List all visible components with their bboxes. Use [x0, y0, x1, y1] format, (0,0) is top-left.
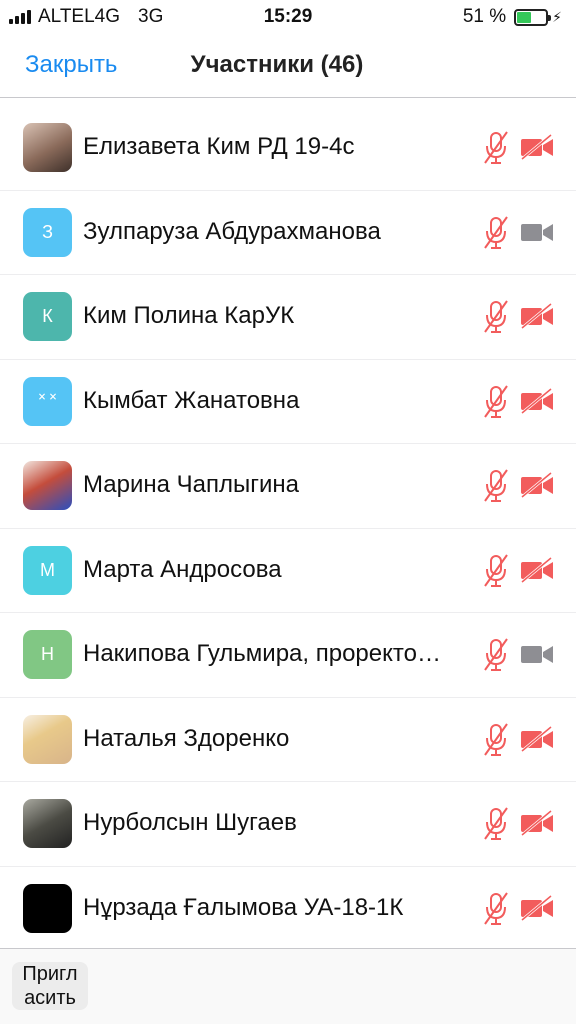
- page-title: Участники (46): [0, 51, 576, 79]
- video-off-icon[interactable]: [520, 471, 554, 499]
- participant-row[interactable]: Нұрзада Ғалымова УА-18-1К: [0, 867, 576, 951]
- video-off-icon[interactable]: [520, 387, 554, 414]
- avatar: [23, 883, 72, 933]
- mic-muted-icon[interactable]: [483, 384, 509, 420]
- participant-row[interactable]: Марина Чаплыгина: [0, 444, 576, 529]
- participant-name: Марина Чаплыгина: [83, 471, 299, 498]
- participant-name: Накипова Гульмира, проректо…: [83, 640, 441, 667]
- video-off-icon[interactable]: [520, 725, 554, 752]
- video-off-icon[interactable]: [520, 302, 554, 330]
- participant-name: Елизавета Ким РД 19-4с: [83, 133, 355, 160]
- avatar: Н: [23, 630, 72, 679]
- participant-row[interactable]: М Марта Андросова: [0, 529, 576, 613]
- battery-fill: [517, 11, 532, 23]
- battery-icon: [514, 8, 552, 26]
- charging-bolt-icon: ⚡: [552, 8, 562, 25]
- invite-label-line2: асить: [24, 987, 76, 1009]
- mic-muted-icon[interactable]: [483, 215, 509, 251]
- bottom-toolbar: Пригл асить: [0, 948, 576, 1024]
- mic-muted-icon[interactable]: [483, 637, 509, 673]
- participant-name: Нурболсын Шугаев: [83, 809, 297, 836]
- video-off-icon[interactable]: [520, 894, 554, 921]
- participant-row[interactable]: Н Накипова Гульмира, проректо…: [0, 613, 576, 698]
- invite-button[interactable]: Пригл асить: [12, 962, 88, 1010]
- avatar: М: [23, 545, 72, 595]
- participant-row[interactable]: Нурболсын Шугаев: [0, 782, 576, 867]
- video-off-icon[interactable]: [520, 133, 554, 161]
- page-title-text: Участники (46): [190, 51, 364, 78]
- participant-name: Марта Андросова: [83, 555, 282, 583]
- participant-row[interactable]: ˟ ˟ Кымбат Жанатовна: [0, 360, 576, 444]
- participant-name: Ким Полина КарУК: [83, 302, 295, 329]
- avatar: [23, 123, 72, 172]
- mic-muted-icon[interactable]: [483, 299, 509, 335]
- mic-muted-icon[interactable]: [483, 722, 509, 758]
- status-right: 51 % ⚡: [463, 6, 562, 28]
- mic-muted-icon[interactable]: [483, 553, 509, 589]
- navigation-bar: Закрыть Участники (46): [0, 34, 576, 98]
- video-camera-icon[interactable]: [520, 641, 554, 667]
- participant-name: Наталья Здоренко: [83, 724, 290, 752]
- video-off-icon[interactable]: [520, 556, 554, 583]
- participant-row[interactable]: К Ким Полина КарУК: [0, 275, 576, 360]
- participant-name: Нұрзада Ғалымова УА-18-1К: [83, 893, 404, 921]
- participant-name: Кымбат Жанатовна: [83, 386, 300, 414]
- mic-muted-icon[interactable]: [483, 891, 509, 927]
- mic-muted-icon[interactable]: [483, 468, 509, 504]
- avatar: З: [23, 207, 72, 257]
- battery-nub: [548, 14, 552, 21]
- battery-percent: 51 %: [462, 6, 507, 27]
- participant-row[interactable]: Наталья Здоренко: [0, 698, 576, 782]
- avatar: ˟ ˟: [23, 376, 72, 426]
- participant-row[interactable]: З Зулпаруза Абдурахманова: [0, 191, 576, 275]
- video-off-icon[interactable]: [520, 809, 554, 837]
- mic-muted-icon[interactable]: [483, 806, 509, 842]
- participant-row[interactable]: Елизавета Ким РД 19-4с: [0, 106, 576, 191]
- avatar: [23, 714, 72, 764]
- avatar: К: [23, 292, 72, 341]
- invite-label-line1: Пригл: [22, 963, 78, 985]
- video-camera-icon[interactable]: [520, 219, 554, 245]
- participant-name: Зулпаруза Абдурахманова: [83, 217, 381, 245]
- participant-list[interactable]: Елизавета Ким РД 19-4с З Зулпаруза Абдура…: [0, 106, 576, 951]
- avatar: [23, 799, 72, 848]
- avatar: [23, 461, 72, 510]
- mic-muted-icon[interactable]: [483, 130, 509, 166]
- status-bar: ALTEL4G 3G 15:29 51 % ⚡: [0, 0, 576, 34]
